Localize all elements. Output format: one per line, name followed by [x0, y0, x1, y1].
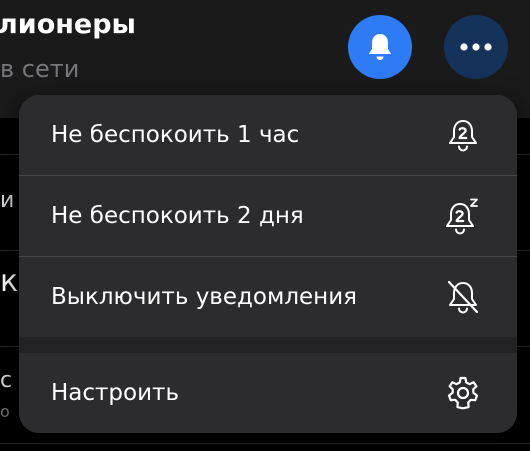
chat-title[interactable]: лионеры [0, 9, 136, 40]
bell-1h-icon [445, 117, 481, 153]
menu-item-label: Выключить уведомления [51, 284, 358, 310]
menu-item-disable-notifications[interactable]: Выключить уведомления [19, 257, 517, 337]
list-item-fragment[interactable]: с [0, 368, 12, 393]
menu-item-label: Настроить [51, 380, 180, 406]
notifications-button[interactable] [348, 15, 412, 79]
chat-screen: лионеры в сети и к с о Не беспокоить 1 ч… [0, 0, 530, 451]
chat-status: в сети [0, 55, 80, 83]
menu-item-configure[interactable]: Настроить [19, 353, 517, 433]
ellipsis-icon [460, 43, 492, 51]
bell-off-icon [445, 279, 481, 315]
list-divider [0, 443, 530, 444]
list-item-fragment[interactable]: и [0, 188, 14, 213]
list-item-fragment: о [0, 402, 10, 421]
notifications-menu: Не беспокоить 1 час Не беспокоить 2 дня [19, 95, 517, 433]
more-options-button[interactable] [444, 15, 508, 79]
list-item-fragment[interactable]: к [0, 264, 18, 299]
menu-item-mute-2-days[interactable]: Не беспокоить 2 дня [19, 176, 517, 256]
bell-icon [367, 32, 393, 62]
bell-2d-snooze-icon [443, 197, 481, 235]
menu-item-mute-1-hour[interactable]: Не беспокоить 1 час [19, 95, 517, 175]
gear-icon [445, 375, 481, 411]
menu-item-label: Не беспокоить 1 час [51, 122, 300, 148]
menu-item-label: Не беспокоить 2 дня [51, 203, 304, 229]
